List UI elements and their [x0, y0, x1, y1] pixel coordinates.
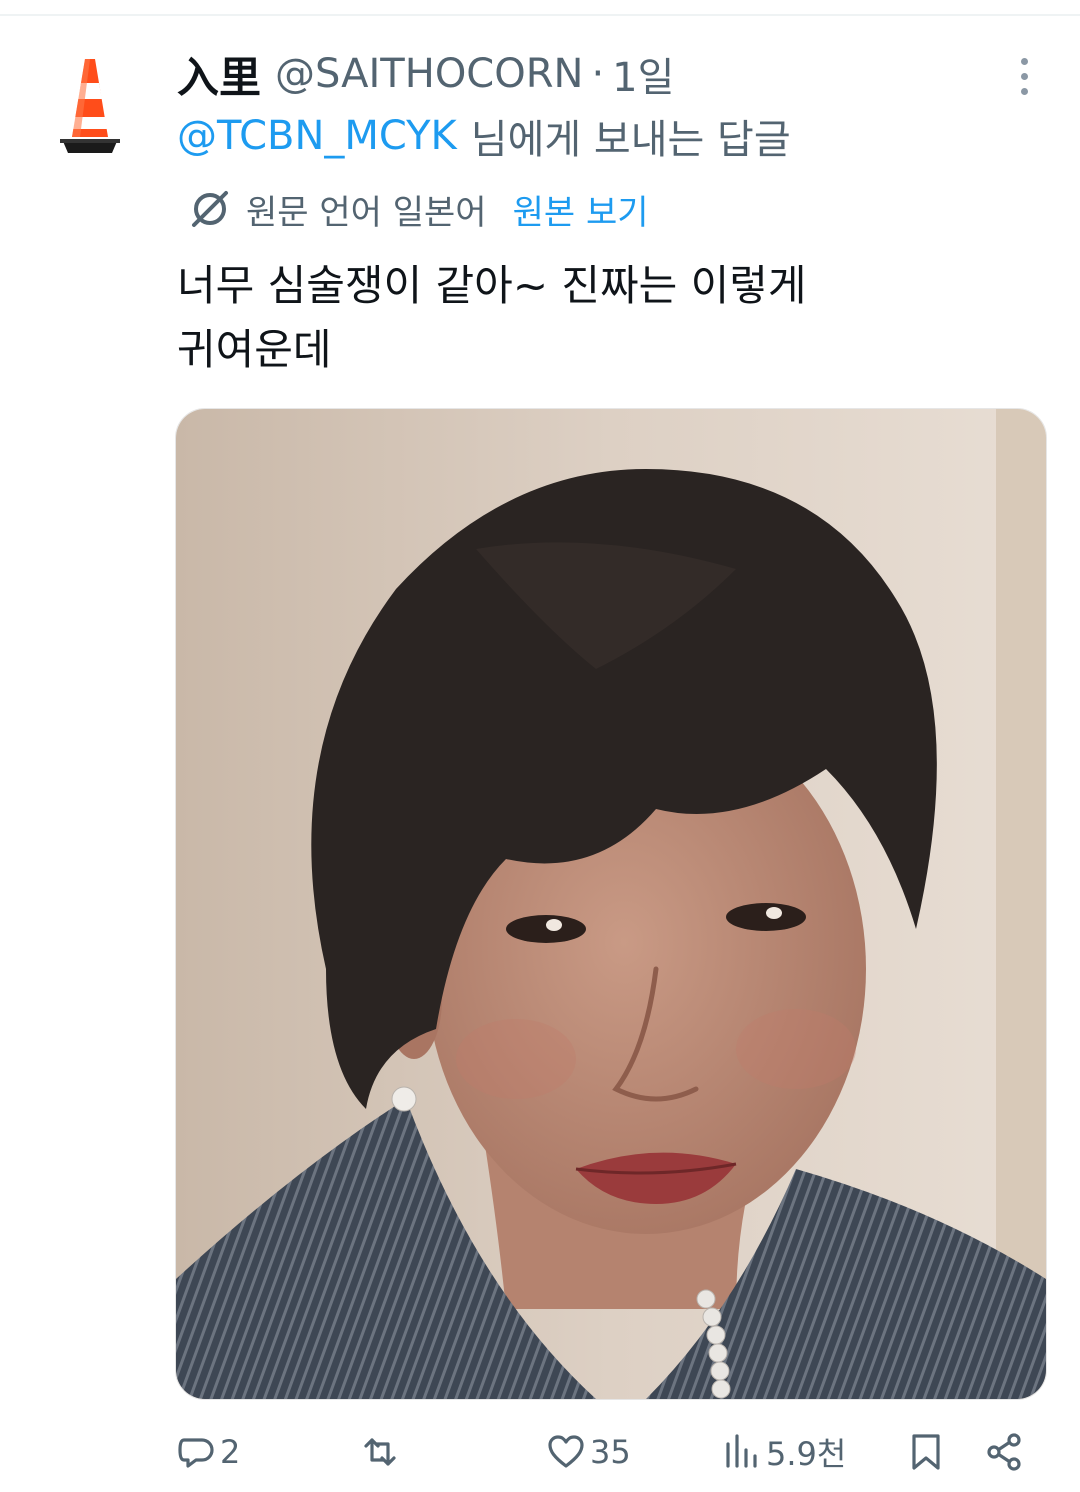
display-name[interactable]: 入里	[177, 44, 261, 105]
reply-count: 2	[220, 1433, 241, 1471]
reply-label: 님에게 보내는 답글	[470, 117, 791, 163]
bookmark-button[interactable]	[906, 1412, 946, 1492]
avatar[interactable]	[58, 55, 122, 165]
like-count: 35	[590, 1433, 631, 1471]
more-vertical-icon	[1020, 57, 1028, 65]
reply-button[interactable]: 2	[176, 1412, 240, 1492]
bar-chart-icon	[726, 1434, 757, 1468]
tweet-text-line: 귀여운데	[177, 325, 332, 374]
bookmark-icon	[912, 1434, 940, 1470]
tweet-photo[interactable]	[175, 408, 1047, 1400]
timestamp[interactable]: 1일	[612, 45, 674, 103]
translation-note: 원문 언어 일본어	[246, 192, 487, 233]
tweet-header: 入里 @SAITHOCORN · 1일	[177, 44, 674, 104]
share-icon	[987, 1433, 1021, 1471]
views-button[interactable]: 5.9천	[722, 1412, 846, 1492]
tweet-text: 너무 심술쟁이 같아~ 진짜는 이렇게 귀여운데	[177, 254, 977, 382]
view-count: 5.9천	[766, 1435, 847, 1473]
globe-slash-icon	[192, 191, 228, 227]
reply-mention-link[interactable]: @TCBN_MCYK	[177, 113, 457, 159]
translation-bar: 원문 언어 일본어 원본 보기	[188, 182, 649, 236]
tweet-text-line: 너무 심술쟁이 같아~ 진짜는 이렇게	[177, 261, 807, 310]
action-bar: 2 35 5.9천	[0, 1412, 1080, 1492]
reply-context: @TCBN_MCYK 님에게 보내는 답글	[177, 108, 791, 164]
like-button[interactable]: 35	[546, 1412, 631, 1492]
retweet-button[interactable]	[360, 1412, 404, 1492]
share-button[interactable]	[984, 1412, 1024, 1492]
top-divider	[0, 14, 1080, 16]
user-handle[interactable]: @SAITHOCORN	[275, 51, 583, 97]
separator: ·	[591, 51, 605, 97]
more-options-button[interactable]	[1004, 54, 1044, 98]
show-original-link[interactable]: 원본 보기	[513, 185, 649, 234]
traffic-cone-icon	[60, 59, 120, 153]
heart-icon	[548, 1435, 584, 1468]
retweet-icon	[364, 1438, 396, 1466]
reply-bubble-icon	[178, 1438, 214, 1468]
